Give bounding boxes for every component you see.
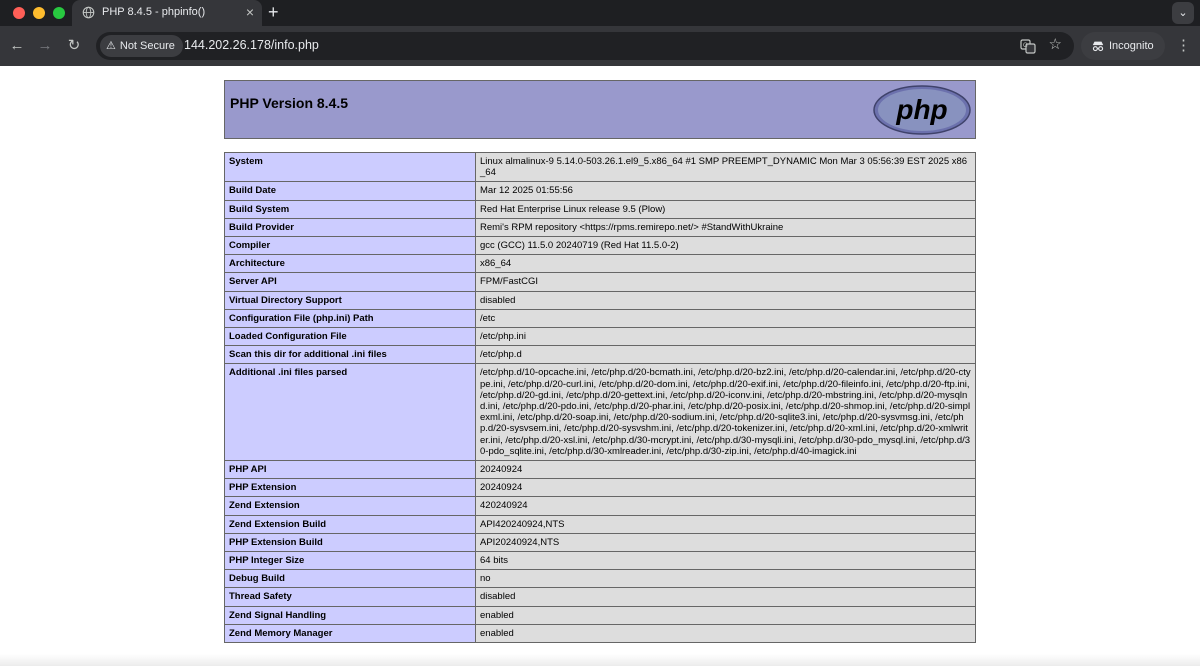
maximize-window-button[interactable] <box>53 7 65 19</box>
incognito-indicator[interactable]: Incognito <box>1081 32 1165 60</box>
table-row: Server API FPM/FastCGI <box>224 272 976 292</box>
star-icon[interactable]: ☆ <box>1049 36 1062 54</box>
row-label: PHP Extension <box>224 478 476 498</box>
minimize-window-button[interactable] <box>33 7 45 19</box>
row-value: Remi's RPM repository <https://rpms.remi… <box>475 217 976 238</box>
row-value: x86_64 <box>475 254 976 274</box>
globe-icon <box>82 6 95 19</box>
table-row: Additional .ini files parsed/etc/php.d/1… <box>224 363 976 462</box>
row-value: API420240924,NTS <box>475 514 976 534</box>
row-label: PHP Extension Build <box>224 532 476 553</box>
row-value: /etc/php.d/10-opcache.ini, /etc/php.d/20… <box>475 363 976 462</box>
browser-tab[interactable]: PHP 8.4.5 - phpinfo() × <box>72 0 262 26</box>
warning-icon: ⚠ <box>106 40 116 52</box>
php-header: PHP Version 8.4.5 php <box>224 80 976 139</box>
svg-text:G: G <box>1023 43 1028 49</box>
row-label: Server API <box>224 272 476 292</box>
page-content: PHP Version 8.4.5 php System Linux almali… <box>0 66 1200 666</box>
row-label: Zend Extension <box>224 496 476 516</box>
table-row: Build Date Mar 12 2025 01:55:56 <box>224 181 976 201</box>
table-row: PHP Integer Size 64 bits <box>224 551 976 571</box>
row-label: Thread Safety <box>224 587 476 607</box>
table-row: Debug Build no <box>224 569 976 589</box>
row-value: 64 bits <box>475 551 976 571</box>
row-value: disabled <box>475 587 976 607</box>
table-row: Zend Extension Build API420240924,NTS <box>224 514 976 534</box>
row-label: Additional .ini files parsed <box>224 363 476 462</box>
row-value: Red Hat Enterprise Linux release 9.5 (Pl… <box>475 199 976 219</box>
close-window-button[interactable] <box>13 7 25 19</box>
row-value: /etc/php.d <box>475 345 976 365</box>
row-value: 20240924 <box>475 478 976 498</box>
row-label: Build Date <box>224 181 476 201</box>
new-tab-button[interactable]: + <box>268 2 279 22</box>
row-label: PHP API <box>224 460 476 480</box>
url-text[interactable]: 144.202.26.178/info.php <box>184 38 319 52</box>
not-secure-label: Not Secure <box>119 40 175 52</box>
table-row: Build System Red Hat Enterprise Linux rel… <box>224 199 976 219</box>
translate-icon[interactable]: G <box>1020 38 1036 54</box>
table-row: Virtual Directory Support disabled <box>224 290 976 310</box>
row-label: System <box>224 151 476 183</box>
table-row: PHP Extension 20240924 <box>224 478 976 498</box>
table-row: PHP Extension Build API20240924,NTS <box>224 532 976 553</box>
table-row: Compiler gcc (GCC) 11.5.0 20240719 (Red H… <box>224 236 976 256</box>
address-bar[interactable]: ⚠ Not Secure 144.202.26.178/info.php G ☆ <box>96 32 1074 60</box>
row-value: API20240924,NTS <box>475 532 976 553</box>
table-row: Thread Safety disabled <box>224 587 976 607</box>
row-label: Zend Extension Build <box>224 514 476 534</box>
tab-bar: PHP 8.4.5 - phpinfo() × + ⌄ <box>0 0 1200 26</box>
bottom-fade <box>0 654 1200 666</box>
incognito-icon <box>1092 41 1104 52</box>
row-label: Architecture <box>224 254 476 274</box>
table-row: Build Provider Remi's RPM repository <htt… <box>224 217 976 238</box>
row-value: gcc (GCC) 11.5.0 20240719 (Red Hat 11.5.… <box>475 236 976 256</box>
row-value: 20240924 <box>475 460 976 480</box>
row-value: /etc <box>475 308 976 329</box>
table-row: Zend Extension 420240924 <box>224 496 976 516</box>
table-row: Zend Memory Manager enabled <box>224 623 976 644</box>
incognito-label: Incognito <box>1109 40 1154 52</box>
table-row: System Linux almalinux-9 5.14.0-503.26.1.… <box>224 151 976 183</box>
row-label: Configuration File (php.ini) Path <box>224 308 476 329</box>
menu-dots-icon[interactable]: ⋮ <box>1176 36 1191 56</box>
tab-close-icon[interactable]: × <box>246 4 254 20</box>
php-logo-text: php <box>895 94 947 125</box>
forward-arrow-icon[interactable]: → <box>35 36 55 56</box>
row-label: Loaded Configuration File <box>224 327 476 347</box>
php-logo: php <box>873 85 971 135</box>
table-row: PHP API 20240924 <box>224 460 976 480</box>
row-label: Scan this dir for additional .ini files <box>224 345 476 365</box>
tab-title: PHP 8.4.5 - phpinfo() <box>102 6 206 18</box>
table-row: Zend Signal Handling enabled <box>224 605 976 625</box>
row-value: Linux almalinux-9 5.14.0-503.26.1.el9_5.… <box>475 151 976 183</box>
table-row: Architecture x86_64 <box>224 254 976 274</box>
row-value: FPM/FastCGI <box>475 272 976 292</box>
table-row: Configuration File (php.ini) Path/etc <box>224 308 976 329</box>
table-row: Loaded Configuration File/etc/php.ini <box>224 327 976 347</box>
row-label: Compiler <box>224 236 476 256</box>
row-label: Build Provider <box>224 217 476 238</box>
row-label: Virtual Directory Support <box>224 290 476 310</box>
not-secure-chip[interactable]: ⚠ Not Secure <box>100 35 183 57</box>
row-label: Zend Memory Manager <box>224 623 476 644</box>
phpinfo-table: System Linux almalinux-9 5.14.0-503.26.1.… <box>224 151 976 644</box>
row-value: 420240924 <box>475 496 976 516</box>
page-title: PHP Version 8.4.5 <box>230 95 349 111</box>
table-row: Scan this dir for additional .ini files /… <box>224 345 976 365</box>
row-value: disabled <box>475 290 976 310</box>
row-value: enabled <box>475 623 976 644</box>
row-label: PHP Integer Size <box>224 551 476 571</box>
reload-icon[interactable]: ↻ <box>64 36 84 56</box>
row-value: /etc/php.ini <box>475 327 976 347</box>
row-value: no <box>475 569 976 589</box>
row-label: Build System <box>224 199 476 219</box>
row-value: Mar 12 2025 01:55:56 <box>475 181 976 201</box>
browser-toolbar: ← → ↻ ⚠ Not Secure 144.202.26.178/info.ph… <box>0 26 1200 66</box>
back-arrow-icon[interactable]: ← <box>7 36 27 56</box>
row-label: Debug Build <box>224 569 476 589</box>
chevron-down-icon[interactable]: ⌄ <box>1172 2 1194 24</box>
row-label: Zend Signal Handling <box>224 605 476 625</box>
row-value: enabled <box>475 605 976 625</box>
